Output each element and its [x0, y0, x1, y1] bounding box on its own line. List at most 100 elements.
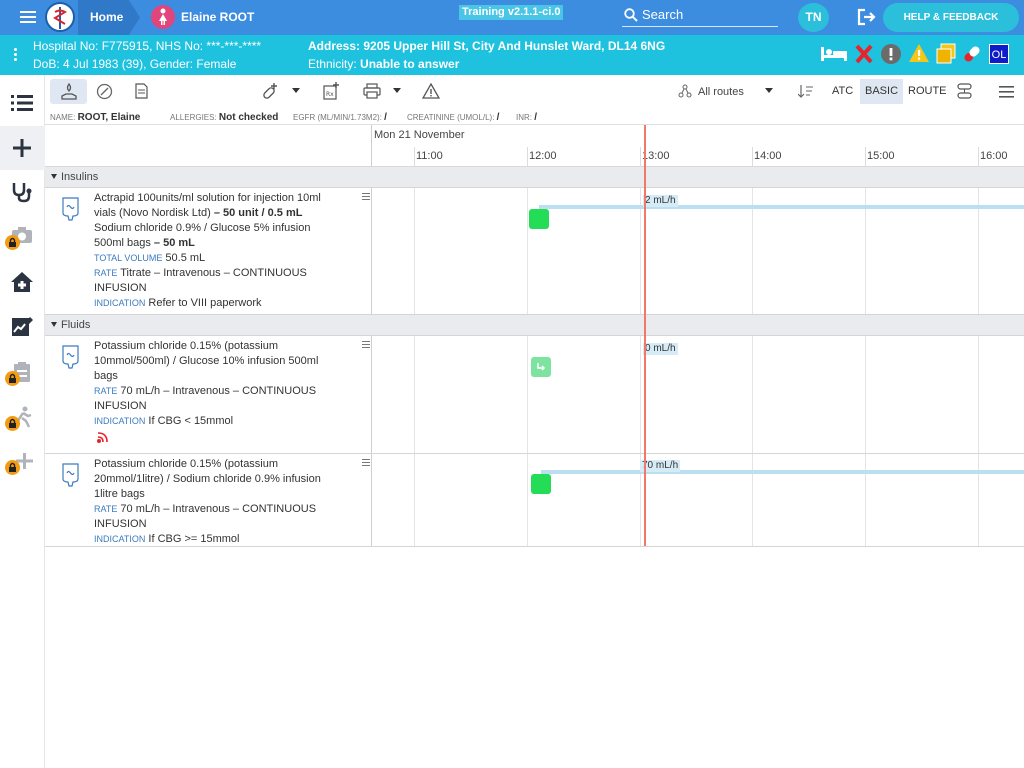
help-feedback-button[interactable]: HELP & FEEDBACK	[883, 3, 1019, 32]
nav-mobility[interactable]	[0, 395, 45, 439]
route-view-button[interactable]: ROUTE	[903, 79, 952, 104]
infusion-bag-icon	[62, 197, 79, 221]
ol-badge[interactable]: OL	[989, 44, 1009, 64]
row-menu-icon[interactable]	[362, 341, 370, 350]
indication-value: If CBG >= 15mmol	[145, 533, 240, 545]
resume-arrow-icon	[537, 363, 546, 371]
logout-icon[interactable]	[857, 8, 877, 26]
rate-value: Titrate – Intravenous – CONTINUOUS INFUS…	[94, 267, 307, 294]
nav-clinical[interactable]	[0, 170, 45, 214]
home-breadcrumb[interactable]: Home	[78, 0, 140, 35]
prescription-add-icon: Rx	[323, 82, 339, 100]
house-plus-icon	[11, 272, 33, 292]
medication-row[interactable]: Potassium chloride 0.15% (potassium 20mm…	[45, 454, 1024, 547]
nav-add[interactable]	[0, 126, 45, 170]
indication-label: INDICATION	[94, 534, 146, 544]
document-view-button[interactable]	[133, 79, 151, 104]
nav-tasks[interactable]	[0, 350, 45, 394]
diluent-dose: – 50 mL	[150, 237, 195, 249]
infusion-bar	[541, 470, 1024, 474]
administration-marker[interactable]	[531, 357, 551, 377]
documents-icon[interactable]	[935, 43, 957, 65]
routes-label: All routes	[698, 86, 744, 98]
hour-label: 13:00	[642, 150, 670, 162]
allergies-value[interactable]: Not checked	[219, 112, 278, 123]
nav-extra[interactable]	[0, 440, 45, 484]
rate-display: 2 mL/h	[643, 195, 678, 207]
add-medication-dropdown-icon[interactable]	[292, 88, 300, 93]
sort-button[interactable]	[797, 79, 815, 104]
hour-label: 14:00	[754, 150, 782, 162]
close-red-icon[interactable]	[855, 44, 873, 64]
nav-home-care[interactable]	[0, 260, 45, 304]
home-label: Home	[90, 10, 124, 24]
document-icon	[135, 83, 148, 99]
drug-dose: – 50 unit / 0.5 mL	[210, 207, 303, 219]
inr-label: INR:	[516, 113, 532, 122]
alert-circle-icon[interactable]	[880, 43, 902, 65]
warning-icon[interactable]	[908, 43, 930, 63]
row-menu-icon[interactable]	[362, 193, 370, 202]
nav-camera[interactable]	[0, 214, 45, 258]
signal-alert-icon[interactable]	[96, 432, 110, 444]
more-menu-button[interactable]	[998, 79, 1016, 104]
app-logo[interactable]	[45, 2, 75, 32]
search-icon	[624, 8, 638, 22]
medication-row[interactable]: Potassium chloride 0.15% (potassium 10mm…	[45, 336, 1024, 454]
compass-view-button[interactable]	[93, 79, 115, 104]
timeline-header: Mon 21 November 11:00 12:00 13:00 14:00 …	[45, 125, 1024, 167]
banner-more-icon[interactable]	[14, 48, 18, 63]
infusion-bar	[539, 205, 1024, 209]
rate-display: 70 mL/h	[640, 460, 681, 472]
section-fluids[interactable]: Fluids	[45, 315, 1024, 336]
patient-info-row: NAME: ROOT, Elaine ALLERGIES: Not checke…	[45, 108, 1024, 125]
bed-icon[interactable]	[819, 43, 849, 63]
name-label: NAME:	[50, 113, 76, 122]
add-medication-button[interactable]	[257, 79, 283, 104]
search-label: Search	[642, 7, 684, 22]
routes-dropdown[interactable]: All routes	[676, 79, 781, 104]
collapse-triangle-icon[interactable]	[51, 322, 57, 327]
patient-name[interactable]: Elaine ROOT	[181, 10, 254, 24]
plus-icon	[13, 139, 31, 157]
basic-view-button[interactable]: BASIC	[860, 79, 904, 104]
print-button[interactable]	[361, 79, 383, 104]
rx-plus-button[interactable]: Rx	[321, 79, 341, 104]
atc-view-button[interactable]: ATC	[827, 79, 858, 104]
timeline-date: Mon 21 November	[374, 129, 465, 141]
pill-icon[interactable]	[961, 43, 983, 65]
administer-view-button[interactable]	[50, 79, 87, 104]
rate-display: 0 mL/h	[643, 343, 678, 355]
medication-row[interactable]: Actrapid 100units/ml solution for inject…	[45, 188, 1024, 315]
svg-text:Rx: Rx	[326, 91, 334, 98]
user-avatar[interactable]: TN	[798, 3, 829, 32]
lock-icon	[5, 416, 20, 431]
training-version-badge: Training v2.1.1-ci.0	[459, 5, 564, 20]
hour-label: 15:00	[867, 150, 895, 162]
patient-banner: Hospital No: F775915, NHS No: ***-***-**…	[0, 35, 1024, 75]
administration-marker[interactable]	[531, 474, 551, 494]
administration-marker[interactable]	[529, 209, 549, 229]
nav-list[interactable]	[0, 82, 45, 126]
stethoscope-icon	[12, 183, 32, 203]
indication-label: INDICATION	[94, 298, 146, 308]
filter-button[interactable]	[956, 79, 974, 104]
hour-label: 16:00	[980, 150, 1008, 162]
print-dropdown-icon[interactable]	[393, 88, 401, 93]
rate-label: RATE	[94, 386, 118, 396]
sort-icon	[798, 85, 813, 98]
nav-chart-edit[interactable]	[0, 304, 45, 348]
print-icon	[363, 83, 381, 99]
ethnicity-label: Ethnicity:	[308, 57, 361, 71]
egfr-label: EGFR (ML/MIN/1.73M2):	[293, 113, 382, 122]
chart-edit-icon	[12, 317, 33, 336]
routes-icon	[678, 84, 692, 98]
collapse-triangle-icon[interactable]	[51, 174, 57, 179]
section-insulins[interactable]: Insulins	[45, 167, 1024, 188]
warnings-button[interactable]	[420, 79, 442, 104]
row-menu-icon[interactable]	[362, 459, 370, 468]
search-field[interactable]: Search	[622, 3, 778, 27]
menu-icon[interactable]	[20, 11, 36, 23]
creatinine-label: CREATININE (UMOL/L):	[407, 113, 495, 122]
indication-value: Refer to VIII paperwork	[145, 297, 262, 309]
